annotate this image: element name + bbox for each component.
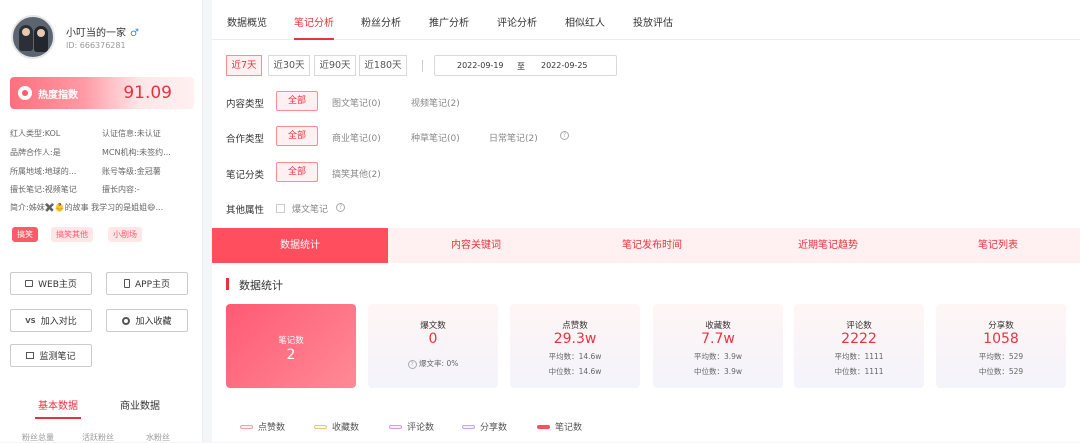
hot-index-label: 热度指数: [38, 90, 78, 101]
date-end: 2022-09-25: [541, 61, 588, 70]
tag-skit[interactable]: 小剧场: [108, 227, 142, 242]
content-video[interactable]: 视频笔记(2): [411, 96, 460, 109]
tag-funny-other[interactable]: 搞笑其他: [51, 227, 93, 242]
legend-comments[interactable]: 评论数: [389, 420, 434, 433]
sidebar: 小叮当的一家 ♂ ID: 666376281 热度指数 91.09 红人类型:KO…: [0, 0, 203, 442]
nav-underline: [294, 38, 334, 40]
info-type: 红人类型:KOL: [10, 129, 61, 138]
note-category-label: 笔记分类: [226, 170, 265, 181]
hot-index-banner: 热度指数 91.09: [10, 77, 194, 109]
divider: [422, 60, 423, 72]
legend-shares[interactable]: 分享数: [462, 420, 507, 433]
stat-card-notes: 笔记数 2: [226, 304, 356, 388]
top-nav: 数据概览 笔记分析 粉丝分析 推广分析 评论分析 相似红人 投放评估: [212, 0, 1080, 40]
date-sep: 至: [517, 62, 525, 71]
add-compare-button[interactable]: VS 加入对比: [10, 309, 92, 332]
legend-collects[interactable]: 收藏数: [314, 420, 359, 433]
date-start: 2022-09-19: [457, 61, 504, 70]
other-attr-label: 其他属性: [226, 205, 265, 216]
stat-card-viral: 爆文数 0 ? 爆文率: 0%: [368, 304, 498, 388]
range-90d[interactable]: 近90天: [314, 55, 356, 76]
app-home-button[interactable]: APP主页: [106, 272, 188, 295]
add-favorite-button[interactable]: 加入收藏: [106, 309, 188, 332]
info-cert: 认证信息:未认证: [102, 129, 161, 138]
content-all[interactable]: 全部: [276, 91, 318, 111]
tab-overview[interactable]: 数据概览: [227, 14, 267, 29]
coop-all[interactable]: 全部: [276, 126, 318, 146]
coop-daily[interactable]: 日常笔记(2): [489, 131, 538, 144]
section-title: 数据统计: [239, 279, 283, 292]
viral-note-checkbox[interactable]: [276, 204, 285, 213]
info-intro: 简介:姊妹✖️👶的故事 我学习的是姐姐😄...: [10, 203, 164, 212]
info-good-content: 擅长内容:-: [102, 185, 140, 194]
subtab-stats[interactable]: 数据统计: [212, 228, 388, 263]
viral-note-label[interactable]: 爆文笔记: [292, 202, 328, 215]
stat-card-collects: 收藏数 7.7w 平均数：3.9w 中位数：3.9w: [653, 304, 783, 388]
info-mcn: MCN机构:未签约...: [102, 148, 171, 157]
stat-card-shares: 分享数 1058 平均数：529 中位数：529: [936, 304, 1066, 388]
tab-promo-analysis[interactable]: 推广分析: [429, 14, 469, 29]
info-region: 所属地域:地球的...: [10, 167, 77, 176]
tab-fans-analysis[interactable]: 粉丝分析: [361, 14, 401, 29]
profile-id: ID: 666376281: [66, 41, 126, 50]
main-panel: 数据概览 笔记分析 粉丝分析 推广分析 评论分析 相似红人 投放评估 近7天 近…: [212, 0, 1080, 442]
range-7d[interactable]: 近7天: [226, 55, 262, 76]
content-type-label: 内容类型: [226, 99, 265, 110]
subtab-trend[interactable]: 近期笔记趋势: [740, 228, 916, 263]
stat-card-likes: 点赞数 29.3w 平均数：14.6w 中位数：14.6w: [510, 304, 640, 388]
monitor-note-button[interactable]: 监测笔记: [10, 344, 92, 367]
tab-delivery-eval[interactable]: 投放评估: [633, 14, 673, 29]
coop-seeding[interactable]: 种草笔记(0): [411, 131, 460, 144]
hot-index-icon: [18, 86, 32, 100]
coop-business[interactable]: 商业笔记(0): [332, 131, 381, 144]
range-30d[interactable]: 近30天: [268, 55, 310, 76]
tab-business-data[interactable]: 商业数据: [120, 397, 160, 412]
favorite-icon: [122, 316, 131, 325]
fans-total-label: 粉丝总量: [22, 433, 54, 442]
info-level: 账号等级:金冠薯: [102, 167, 161, 176]
subtab-note-list[interactable]: 笔记列表: [916, 228, 1080, 263]
tab-underline: [35, 417, 81, 419]
section-marker: [226, 278, 229, 290]
avatar: [11, 15, 55, 59]
male-icon: ♂: [130, 28, 139, 39]
subtab-publish-time[interactable]: 笔记发布时间: [564, 228, 740, 263]
range-180d[interactable]: 近180天: [359, 55, 407, 76]
compare-icon: VS: [25, 316, 36, 325]
profile-name: 小叮当的一家 ♂: [66, 28, 139, 39]
legend-likes[interactable]: 点赞数: [240, 420, 285, 433]
help-icon[interactable]: ?: [560, 131, 569, 140]
date-range-picker[interactable]: 2022-09-19 至 2022-09-25: [434, 55, 617, 76]
hot-index-value: 91.09: [123, 83, 172, 103]
tab-comment-analysis[interactable]: 评论分析: [497, 14, 537, 29]
tab-basic-data[interactable]: 基本数据: [38, 397, 78, 412]
web-home-button[interactable]: WEB主页: [10, 272, 92, 295]
help-icon[interactable]: ?: [336, 203, 345, 212]
tab-note-analysis[interactable]: 笔记分析: [294, 14, 334, 29]
subtab-keywords[interactable]: 内容关键词: [388, 228, 564, 263]
coop-type-label: 合作类型: [226, 134, 265, 145]
water-fans-label: 水粉丝: [146, 433, 170, 442]
category-funny-other[interactable]: 搞笑其他(2): [332, 167, 381, 180]
monitor-icon: [25, 280, 34, 287]
content-image[interactable]: 图文笔记(0): [332, 96, 381, 109]
info-good-note: 擅长笔记:视频笔记: [10, 185, 77, 194]
stat-card-comments: 评论数 2222 平均数：1111 中位数：1111: [794, 304, 924, 388]
info-brand: 品牌合作人:是: [10, 148, 61, 157]
active-fans-label: 活跃粉丝: [82, 433, 114, 442]
tab-similar-kol[interactable]: 相似红人: [565, 14, 605, 29]
category-all[interactable]: 全部: [276, 162, 318, 182]
sub-tabs: 数据统计 内容关键词 笔记发布时间 近期笔记趋势 笔记列表: [212, 228, 1080, 263]
help-icon[interactable]: ?: [407, 359, 417, 369]
legend-notes[interactable]: 笔记数: [537, 420, 582, 433]
tag-funny[interactable]: 搞笑: [12, 227, 38, 242]
note-icon: [26, 352, 35, 359]
phone-icon: [123, 279, 130, 288]
